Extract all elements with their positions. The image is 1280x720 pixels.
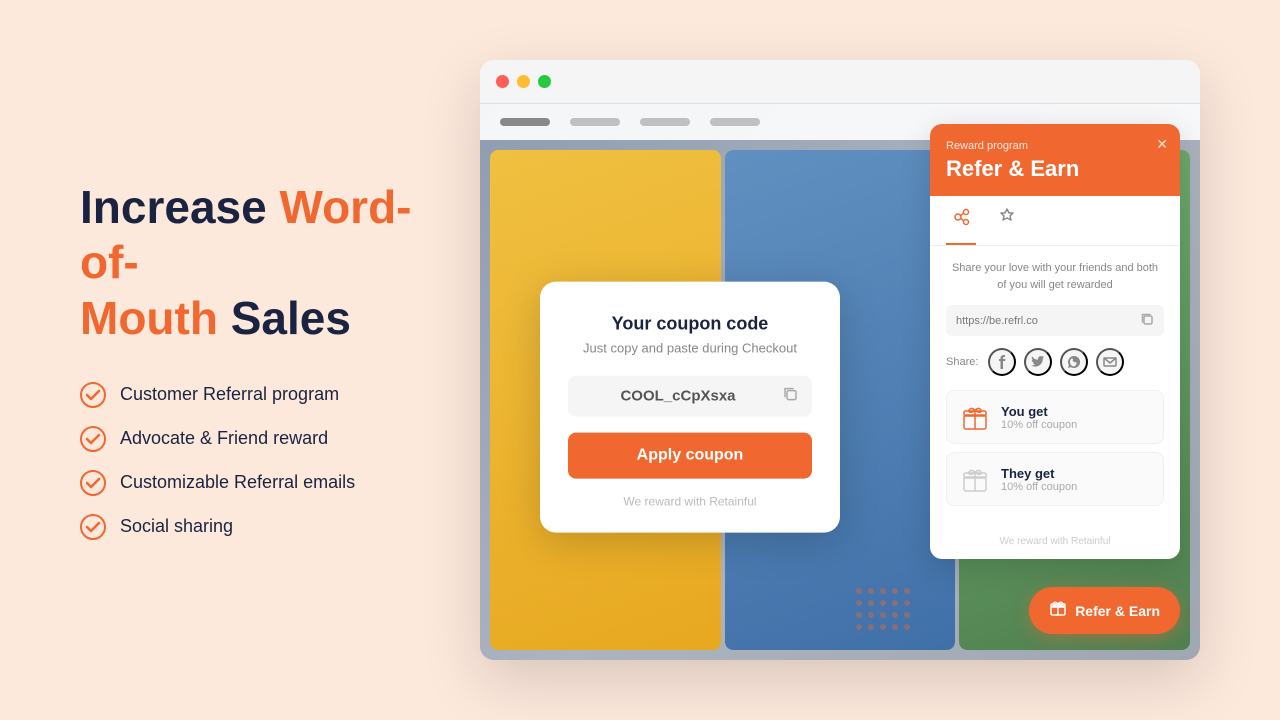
browser-chrome <box>480 60 1200 104</box>
coupon-powered-by: We reward with Retainful <box>568 495 812 509</box>
share-icons <box>988 348 1124 376</box>
refer-earn-float-button[interactable]: Refer & Earn <box>1029 587 1180 634</box>
gift-icon <box>1049 599 1067 622</box>
refer-tab-rewards[interactable] <box>992 196 1022 245</box>
browser-content: Your coupon code Just copy and paste dur… <box>480 104 1200 660</box>
copy-coupon-button[interactable] <box>782 386 798 407</box>
left-section: Increase Word-of-Mouth Sales Customer Re… <box>0 120 480 600</box>
they-get-info: They get 10% off coupon <box>1001 466 1077 493</box>
coupon-modal-title: Your coupon code <box>568 314 812 335</box>
decorative-dots <box>856 588 910 630</box>
browser-window: Your coupon code Just copy and paste dur… <box>480 60 1200 660</box>
feature-label-4: Social sharing <box>120 516 233 537</box>
they-get-icon <box>959 463 991 495</box>
nav-item-2 <box>570 118 620 126</box>
refer-link-row: https://be.refrl.co <box>946 305 1164 336</box>
nav-item-4 <box>710 118 760 126</box>
refer-close-button[interactable]: ✕ <box>1156 136 1168 153</box>
you-get-title: You get <box>1001 404 1077 419</box>
feature-item-3: Customizable Referral emails <box>80 470 420 496</box>
feature-item-2: Advocate & Friend reward <box>80 426 420 452</box>
share-whatsapp-button[interactable] <box>1060 348 1088 376</box>
share-facebook-button[interactable] <box>988 348 1016 376</box>
refer-link-text: https://be.refrl.co <box>956 315 1134 327</box>
refer-panel: Reward program Refer & Earn ✕ <box>930 124 1180 559</box>
they-get-title: They get <box>1001 466 1077 481</box>
feature-item-4: Social sharing <box>80 514 420 540</box>
coupon-modal: Your coupon code Just copy and paste dur… <box>540 282 840 533</box>
check-icon-1 <box>80 382 106 408</box>
browser-dot-green[interactable] <box>538 75 551 88</box>
browser-dot-yellow[interactable] <box>517 75 530 88</box>
feature-list: Customer Referral program Advocate & Fri… <box>80 382 420 540</box>
check-icon-4 <box>80 514 106 540</box>
nav-item-1 <box>500 118 550 126</box>
refer-header: Reward program Refer & Earn ✕ <box>930 124 1180 196</box>
refer-tabs <box>930 196 1180 246</box>
headline-text-2: Sales <box>218 292 351 344</box>
you-get-icon <box>959 401 991 433</box>
you-get-info: You get 10% off coupon <box>1001 404 1077 431</box>
right-section: Your coupon code Just copy and paste dur… <box>480 0 1280 720</box>
feature-item-1: Customer Referral program <box>80 382 420 408</box>
feature-label-1: Customer Referral program <box>120 384 339 405</box>
refer-tab-share[interactable] <box>946 196 976 245</box>
browser-dot-red[interactable] <box>496 75 509 88</box>
you-get-reward-card: You get 10% off coupon <box>946 390 1164 444</box>
share-email-button[interactable] <box>1096 348 1124 376</box>
feature-label-3: Customizable Referral emails <box>120 472 355 493</box>
refer-header-title: Refer & Earn <box>946 156 1164 182</box>
refer-footer: We reward with Retainful <box>930 528 1180 559</box>
copy-link-button[interactable] <box>1140 312 1154 329</box>
check-icon-2 <box>80 426 106 452</box>
they-get-reward-card: They get 10% off coupon <box>946 452 1164 506</box>
main-headline: Increase Word-of-Mouth Sales <box>80 180 420 346</box>
rewards-tab-icon <box>996 212 1018 232</box>
coupon-modal-subtitle: Just copy and paste during Checkout <box>568 341 812 356</box>
refer-description: Share your love with your friends and bo… <box>946 260 1164 293</box>
you-get-sub: 10% off coupon <box>1001 419 1077 431</box>
coupon-code-row: COOL_cCpXsxa <box>568 376 812 417</box>
check-icon-3 <box>80 470 106 496</box>
refer-earn-button-label: Refer & Earn <box>1075 603 1160 619</box>
share-tab-icon <box>950 212 972 232</box>
feature-label-2: Advocate & Friend reward <box>120 428 328 449</box>
refer-body: Share your love with your friends and bo… <box>930 246 1180 528</box>
refer-header-label: Reward program <box>946 140 1164 152</box>
coupon-code-value: COOL_cCpXsxa <box>582 388 774 405</box>
share-row: Share: <box>946 348 1164 376</box>
headline-text-1: Increase <box>80 181 279 233</box>
share-label: Share: <box>946 356 978 368</box>
nav-item-3 <box>640 118 690 126</box>
apply-coupon-button[interactable]: Apply coupon <box>568 433 812 479</box>
share-twitter-button[interactable] <box>1024 348 1052 376</box>
they-get-sub: 10% off coupon <box>1001 481 1077 493</box>
